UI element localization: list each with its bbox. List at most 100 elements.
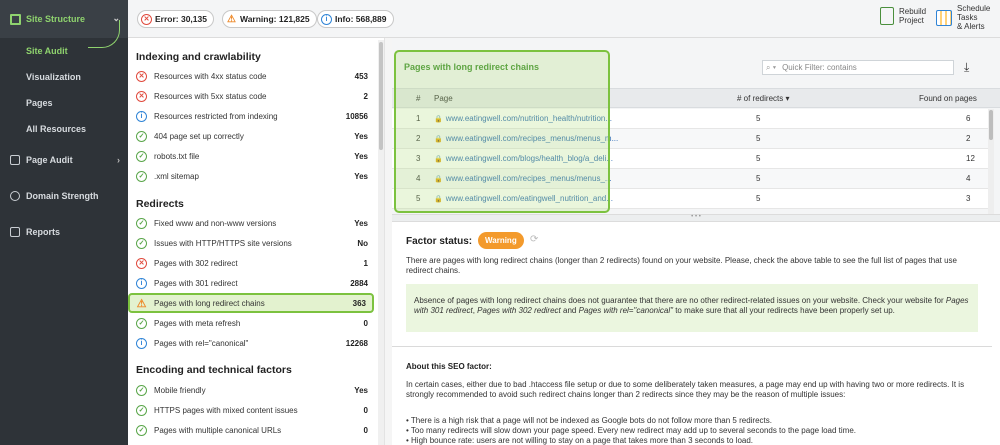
factor-label: Pages with rel="canonical" [154,338,249,348]
rebuild-icon [880,7,894,25]
sidebar: Site Structure ⌄ Site Audit Visualizatio… [0,0,128,445]
about-paragraph: In certain cases, either due to bad .hta… [406,380,965,399]
factor-row[interactable]: ✕ Pages with 302 redirect 1 [136,253,368,273]
factor-row[interactable]: i Pages with rel="canonical" 12268 [136,333,368,353]
sidebar-item-page-audit[interactable]: Page Audit › [0,142,128,178]
factor-row[interactable]: ⚠ Pages with long redirect chains 363 [128,293,374,313]
redirect-count: 5 [756,134,761,143]
rebuild-label-line2: Project [899,16,924,25]
factor-label: Mobile friendly [154,385,206,395]
factor-label: HTTPS pages with mixed content issues [154,405,298,415]
factor-label: Pages with long redirect chains [154,298,265,308]
factor-value: 12268 [345,338,368,348]
table-scrollbar[interactable] [988,109,994,217]
reports-icon [10,227,20,237]
found-on-count: 4 [966,174,971,183]
error-icon: ✕ [136,90,147,102]
factor-row[interactable]: ✓ 404 page set up correctly Yes [136,126,368,146]
factor-value: 0 [363,425,368,435]
table-highlight-box [394,50,610,213]
download-icon[interactable]: ⤓ [964,60,969,75]
factor-row[interactable]: ✓ Fixed www and non-www versions Yes [136,213,368,233]
factor-label: Pages with meta refresh [154,318,241,328]
factor-row[interactable]: ✓ robots.txt file Yes [136,146,368,166]
scrollbar-thumb[interactable] [379,42,383,150]
check-icon: ✓ [136,170,147,182]
refresh-icon[interactable]: ⟳ [530,234,538,245]
error-count-badge[interactable]: ✕ Error: 30,135 [137,10,214,28]
factor-row[interactable]: ✓ HTTPS pages with mixed content issues 0 [136,400,368,420]
site-structure-icon [10,13,21,25]
sidebar-item-label: Reports [26,227,61,237]
info-count-badge[interactable]: i Info: 568,889 [317,10,394,28]
factor-label: Fixed www and non-www versions [154,218,277,228]
factor-label: Pages with multiple canonical URLs [154,425,282,435]
factor-row[interactable]: i Pages with 301 redirect 2884 [136,273,368,293]
factor-value: 0 [363,318,368,328]
quick-filter-input[interactable]: ⌕ ▾ Quick Filter: contains [762,60,954,75]
factor-row[interactable]: ✓ Issues with HTTP/HTTPS site versions No [136,233,368,253]
factor-label: Resources with 4xx status code [154,71,267,81]
factor-row[interactable]: ✓ Pages with meta refresh 0 [136,313,368,333]
check-icon: ✓ [136,130,147,142]
check-icon: ✓ [136,424,147,436]
status-badge: Warning [478,232,524,249]
info-icon: i [136,337,147,349]
warning-count-badge[interactable]: ⚠ Warning: 121,825 [222,10,317,28]
factor-label: robots.txt file [154,151,200,161]
sidebar-item-domain-strength[interactable]: Domain Strength [0,178,128,214]
factor-value: Yes [354,131,368,141]
schedule-tasks-button[interactable]: Schedule Tasks & Alerts [936,4,990,31]
section-title-indexing: Indexing and crawlability [136,51,261,63]
rebuild-project-button[interactable]: Rebuild Project [880,7,926,25]
factor-value: 2 [363,91,368,101]
warning-icon: ⚠ [136,297,147,310]
rebuild-label-line1: Rebuild [899,7,927,16]
check-icon: ✓ [136,317,147,329]
schedule-label-line1: Schedule [957,4,991,13]
about-title: About this SEO factor: [406,362,492,371]
found-on-count: 12 [966,154,975,163]
factor-row[interactable]: ✓ .xml sitemap Yes [136,166,368,186]
factor-row[interactable]: i Resources restricted from indexing 10856 [136,106,368,126]
sidebar-item-reports[interactable]: Reports [0,214,128,250]
factor-label: Pages with 301 redirect [154,278,238,288]
note-link-302: Pages with 302 redirect [477,306,561,315]
sidebar-item-pages[interactable]: Pages [0,90,128,116]
vertical-splitter[interactable] [384,38,392,445]
factor-value: 10856 [345,111,368,121]
column-header-redirects[interactable]: # of redirects ▾ [737,94,789,103]
horizontal-splitter[interactable]: • • • [392,214,1000,222]
factor-value: 453 [354,71,368,81]
sidebar-item-label: Page Audit [26,155,73,165]
scrollbar-thumb[interactable] [989,110,993,140]
factor-value: 2884 [350,278,368,288]
redirect-count: 5 [756,194,761,203]
warning-count-label: Warning: 121,825 [240,14,310,24]
factor-label: 404 page set up correctly [154,131,244,141]
info-icon: i [321,13,332,25]
chevron-right-icon: › [117,155,120,165]
sidebar-item-visualization[interactable]: Visualization [0,64,128,90]
sidebar-item-all-resources[interactable]: All Resources [0,116,128,142]
check-icon: ✓ [136,217,147,229]
factor-row[interactable]: ✕ Resources with 5xx status code 2 [136,86,368,106]
about-bullet: • High bounce rate: users are not willin… [406,436,754,445]
error-icon: ✕ [136,70,147,82]
error-count-label: Error: 30,135 [155,14,207,24]
factor-row[interactable]: ✓ Pages with multiple canonical URLs 0 [136,420,368,440]
factor-value: Yes [354,151,368,161]
found-on-count: 6 [966,114,971,123]
search-icon: ⌕ ▾ [766,62,777,72]
error-icon: ✕ [136,257,147,269]
factor-value: 1 [363,258,368,268]
factor-value: Yes [354,385,368,395]
factor-row[interactable]: ✕ Resources with 4xx status code 453 [136,66,368,86]
domain-strength-icon [10,191,20,201]
info-icon: i [136,110,147,122]
note-link-canonical: Pages with rel="canonical" [578,306,673,315]
top-bar: ✕ Error: 30,135 ⚠ Warning: 121,825 i Inf… [128,0,1000,38]
column-header-found-on[interactable]: Found on pages [919,94,977,103]
factor-row[interactable]: ✓ Mobile friendly Yes [136,380,368,400]
schedule-label-line2: Tasks [957,13,978,22]
